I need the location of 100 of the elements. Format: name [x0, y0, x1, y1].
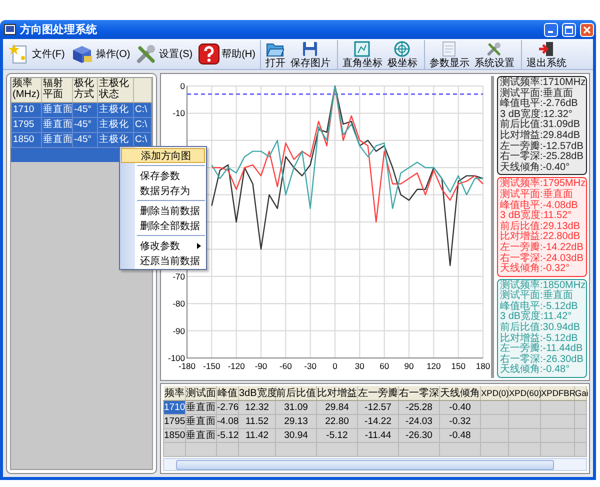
menu-button[interactable]: 操作(O)	[68, 41, 132, 67]
table-cell: 11.42	[238, 428, 276, 442]
menu-item[interactable]: 修改参数	[121, 238, 205, 253]
column-header: 频率	[164, 388, 184, 399]
toolbar-button[interactable]: 直角坐标	[340, 40, 384, 68]
list-cell[interactable]: 垂直面	[42, 132, 72, 147]
axis-label: -90	[172, 326, 185, 336]
close-button[interactable]	[580, 22, 594, 36]
exit-door-icon	[538, 40, 554, 56]
table-cell: 12.32	[238, 400, 276, 414]
axis-label: -100	[168, 353, 185, 363]
column-header: XPDFBR	[541, 388, 576, 398]
table-cell: -11.44	[358, 428, 398, 442]
parameter-text: 左一旁瓣:-12.57dB	[500, 142, 584, 152]
column-header: XPD(0)	[481, 388, 509, 398]
axis-label: -120	[228, 361, 245, 371]
parameter-text: 左一旁瓣:-14.22dB	[500, 242, 584, 253]
column-header: 3dB宽度	[239, 388, 277, 399]
toolbar-button[interactable]: 保存图片	[288, 40, 332, 68]
table-cell[interactable]: 1850	[164, 428, 186, 442]
parameter-text: 前后比值:30.94dB	[500, 323, 582, 334]
axis-label: -180	[178, 361, 196, 371]
parameter-text: 比对增益:29.84dB	[500, 130, 582, 141]
toolbar-button[interactable]: 极坐标	[385, 40, 420, 68]
parameter-text: 测试频率:1850MHz	[500, 280, 584, 291]
table-cell: -0.40	[440, 400, 480, 414]
table-cell: -5.12	[316, 428, 358, 442]
menu-button[interactable]: 文件(F)	[6, 41, 67, 67]
axis-label: -60	[280, 361, 292, 371]
list-cell[interactable]: -45°	[72, 132, 98, 147]
parameter-text: 右一零深:-25.28dB	[500, 152, 584, 162]
list-cell[interactable]: 垂直面	[42, 117, 72, 132]
table-cell: 29.84	[316, 400, 358, 414]
parameter-text: 右一零深:-26.30dB	[500, 354, 584, 365]
table-cell[interactable]: 1795	[164, 414, 186, 428]
horizontal-scrollbar[interactable]	[163, 458, 587, 471]
table-cell: 31.09	[276, 400, 316, 414]
table-cell: 垂直面	[186, 400, 216, 414]
parameter-text: 3 dB宽度:11.42°	[500, 312, 573, 322]
tools-icon	[486, 40, 502, 56]
parameter-text: 测试平面:垂直面	[500, 190, 574, 200]
table-cell: 11.52	[238, 414, 276, 428]
menu-item[interactable]: 数据另存为	[121, 183, 205, 198]
parameter-text: 右一零深:-24.03dB	[500, 254, 584, 264]
table-cell: -14.22	[358, 414, 398, 428]
axis-label: -90	[254, 361, 268, 371]
list-cell[interactable]: 1710	[12, 102, 42, 117]
parameter-text: 测试频率:1795MHz	[500, 179, 584, 190]
parameter-text: 峰值电平:-4.08dB	[500, 200, 579, 211]
column-header: 主极化状态	[99, 78, 129, 100]
maximize-button[interactable]	[562, 22, 576, 36]
list-cell[interactable]: 1850	[12, 132, 42, 147]
list-cell[interactable]: 垂直面	[42, 102, 72, 117]
app-icon	[4, 24, 16, 35]
parameter-text: 3 dB宽度:12.32°	[500, 110, 572, 120]
list-cell[interactable]: 1795	[12, 117, 42, 132]
table-cell: 22.80	[316, 414, 358, 428]
menu-item[interactable]: 删除全部数据	[121, 218, 205, 233]
maximize-icon	[565, 26, 573, 34]
table-cell: -12.57	[358, 400, 398, 414]
parameter-text: 3 dB宽度:11.52°	[500, 211, 573, 222]
menu-item[interactable]: 添加方向图	[121, 148, 205, 163]
table-cell: -24.03	[398, 414, 440, 428]
parameter-text: 前后比值:31.09dB	[500, 120, 582, 130]
chart-frame-icon	[354, 40, 370, 56]
close-icon	[583, 26, 591, 34]
column-header: 前后比值	[276, 388, 316, 399]
parameter-text: 天线倾角:-0.40°	[500, 162, 571, 174]
table-cell: 29.13	[276, 414, 316, 428]
axis-label: -10	[172, 108, 185, 118]
axis-label: 150	[451, 361, 466, 371]
axis-label: 30	[354, 361, 364, 371]
table-cell: 30.94	[276, 428, 316, 442]
list-cell[interactable]: -45°	[72, 117, 98, 132]
table-cell[interactable]: 1710	[164, 400, 186, 414]
toolbar-button[interactable]: 系统设置	[472, 40, 516, 68]
list-cell[interactable]: 主极化	[98, 117, 134, 132]
column-header: 极化方式	[74, 78, 94, 100]
toolbar-button[interactable]: 退出系统	[524, 40, 568, 68]
menu-item[interactable]: 删除当前数据	[121, 203, 205, 218]
menu-button[interactable]: 帮助(H)	[196, 41, 258, 67]
parameter-text: 天线倾角:-0.48°	[500, 365, 571, 376]
help-icon	[198, 43, 220, 65]
table-cell: -25.28	[398, 400, 440, 414]
parameter-text: 比对增益:22.80dB	[500, 232, 582, 242]
parameter-text: 左一旁瓣:-11.44dB	[500, 344, 584, 354]
menu-item[interactable]: 保存参数	[121, 168, 205, 183]
toolbar-button[interactable]: 参数显示	[427, 40, 472, 68]
menu-item[interactable]: 还原当前数据	[121, 253, 205, 268]
window-title: 方向图处理系统	[20, 22, 97, 37]
list-cell[interactable]: -45°	[72, 102, 98, 117]
parameter-text: 前后比值:29.13dB	[500, 222, 582, 232]
axis-label: -150	[203, 361, 220, 371]
table-cell: -0.32	[440, 414, 480, 428]
axis-label: 60	[380, 361, 390, 371]
parameter-text: 天线倾角:-0.32°	[500, 264, 571, 275]
toolbar-button[interactable]: 打开	[263, 40, 288, 68]
minimize-button[interactable]	[544, 22, 558, 36]
menu-button[interactable]: 设置(S)	[133, 41, 195, 67]
list-cell[interactable]: 主极化	[98, 102, 134, 117]
